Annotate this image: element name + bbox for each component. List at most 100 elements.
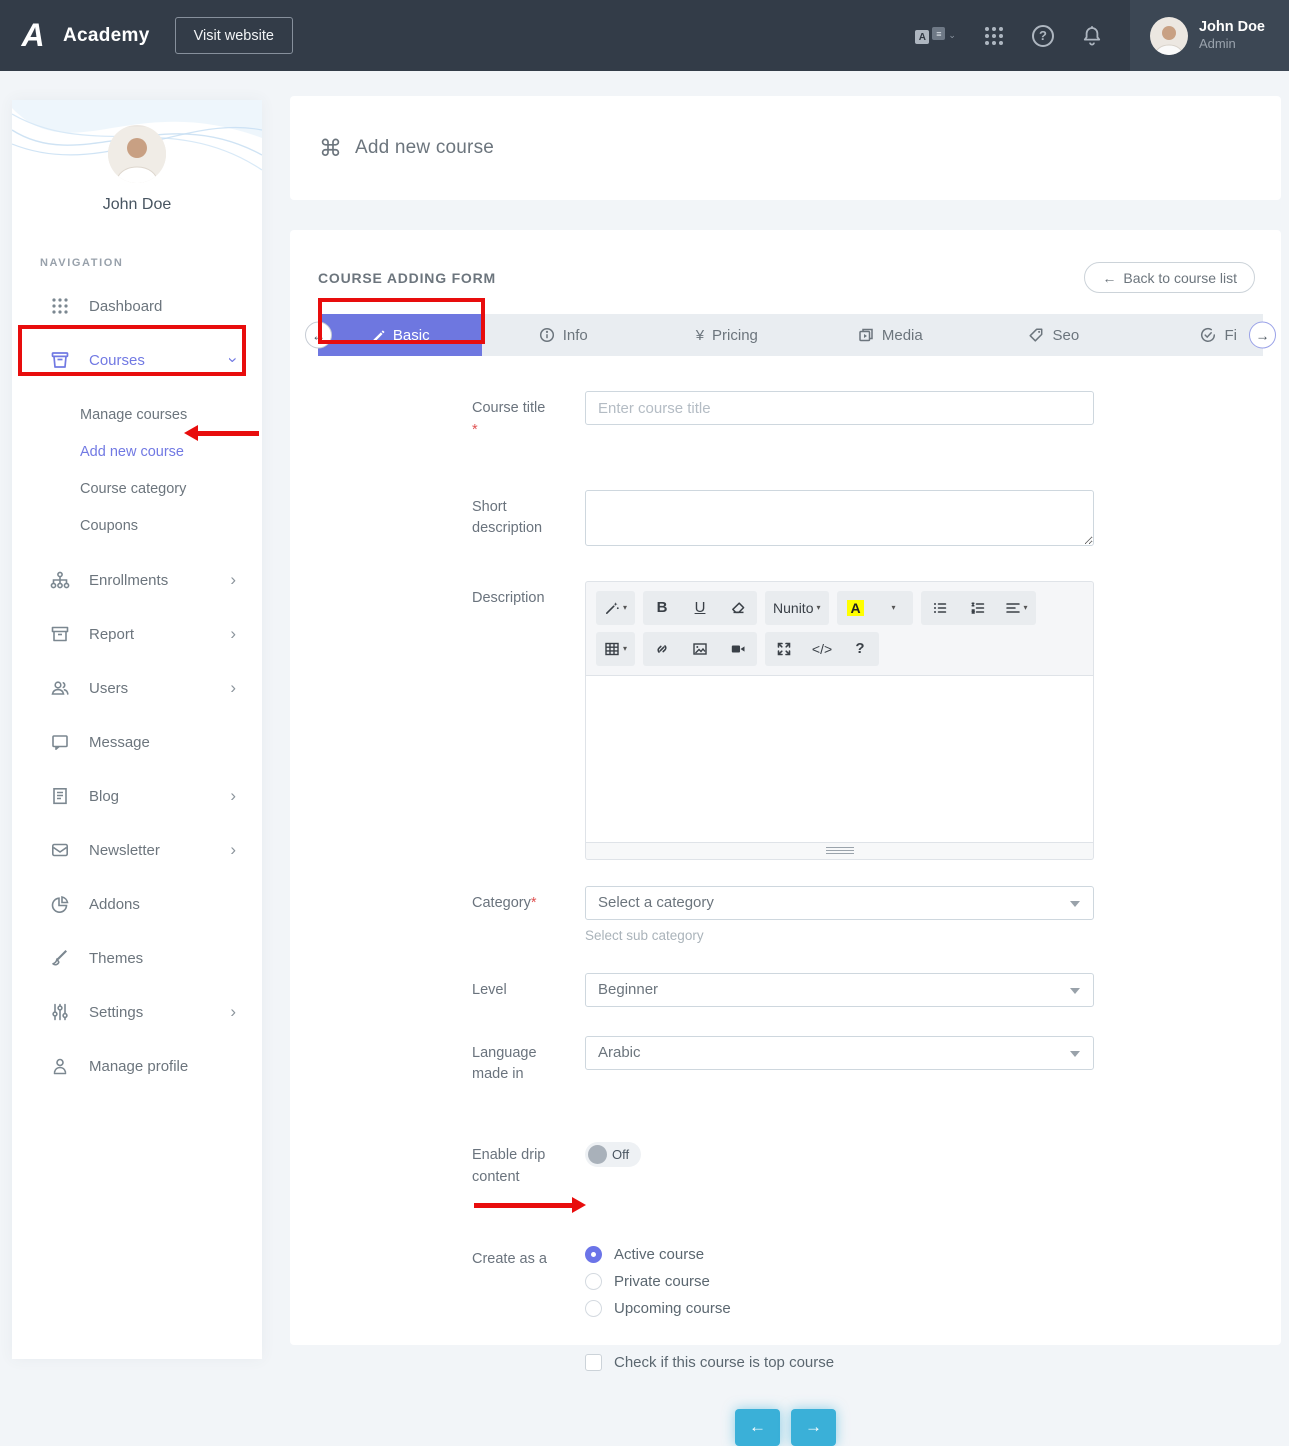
ordered-list-button[interactable] [959,591,997,625]
wizard-previous-button[interactable]: ← [735,1409,780,1446]
help-icon[interactable]: ? [1032,25,1054,47]
blog-document-icon [50,786,70,806]
editor-resize-bar[interactable] [585,843,1094,860]
table-button[interactable]: ▾ [596,632,635,666]
sidebar-item-addons[interactable]: Addons [12,877,262,931]
submenu-coupons[interactable]: Coupons [12,507,262,544]
unordered-list-button[interactable] [921,591,959,625]
insert-video-button[interactable] [719,632,757,666]
description-label: Description [472,581,585,860]
sidebar-item-message[interactable]: Message [12,715,262,769]
sidebar-item-newsletter[interactable]: Newsletter › [12,823,262,877]
sidebar-item-enrollments[interactable]: Enrollments › [12,553,262,607]
tab-seo[interactable]: Seo [972,314,1136,356]
back-arrow-icon: ← [1102,270,1116,286]
level-label: Level [472,973,585,1007]
wizard-next-button[interactable]: → [791,1409,836,1446]
sidebar-item-settings[interactable]: Settings › [12,985,262,1039]
course-title-input[interactable] [585,391,1094,425]
drip-content-toggle[interactable]: Off [585,1142,641,1167]
sidebar-item-report[interactable]: Report › [12,607,262,661]
category-select[interactable]: Select a category [585,886,1094,920]
radio-private-course[interactable]: Private course [585,1273,1094,1290]
user-menu[interactable]: John Doe Admin [1130,0,1289,71]
sidebar-item-dashboard[interactable]: Dashboard [12,279,262,333]
manage-profile-person-icon [50,1056,70,1076]
left-arrow-icon: ← [312,327,326,343]
user-avatar [1150,17,1188,55]
courses-basket-icon [50,350,70,370]
tab-pricing[interactable]: ¥ Pricing [645,314,809,356]
sidebar-item-label: Manage profile [89,1058,188,1075]
enrollments-sitemap-icon [50,570,70,590]
submenu-course-category[interactable]: Course category [12,470,262,507]
short-description-textarea[interactable] [585,490,1094,546]
apps-grid-icon[interactable] [983,25,1005,47]
tab-info[interactable]: Info [482,314,646,356]
chevron-right-icon: › [230,624,236,644]
tab-finish[interactable]: Fi [1136,314,1263,356]
radio-upcoming-course[interactable]: Upcoming course [585,1300,1094,1317]
clear-format-eraser-button[interactable] [719,591,757,625]
insert-image-button[interactable] [681,632,719,666]
radio-button [585,1300,602,1317]
tab-basic[interactable]: Basic [318,314,482,356]
fullscreen-icon [776,641,792,657]
card-title: COURSE ADDING FORM [318,270,496,286]
sidebar-item-label: Addons [89,896,140,913]
sidebar-item-courses[interactable]: Courses › [12,333,262,387]
sidebar-item-users[interactable]: Users › [12,661,262,715]
sidebar-item-label: Settings [89,1004,143,1021]
underline-button[interactable]: U [681,591,719,625]
sidebar-item-blog[interactable]: Blog › [12,769,262,823]
tabs-scroll-left-button[interactable]: ← [305,322,332,349]
top-course-checkbox-row[interactable]: Check if this course is top course [585,1354,1094,1371]
visit-website-button[interactable]: Visit website [175,17,293,54]
editor-help-button[interactable]: ? [841,632,879,666]
magic-style-button[interactable]: ▾ [596,591,635,625]
align-left-icon [1005,600,1021,616]
settings-sliders-icon [50,1002,70,1022]
link-icon [654,641,670,657]
fullscreen-button[interactable] [765,632,803,666]
insert-link-button[interactable] [643,632,681,666]
font-color-caret-button[interactable]: ▾ [875,591,913,625]
sidebar-item-themes[interactable]: Themes [12,931,262,985]
video-icon [730,641,746,657]
tab-media[interactable]: Media [809,314,973,356]
tabs-scroll-right-button[interactable]: → [1249,322,1276,349]
bullet-list-icon [932,600,948,616]
code-view-button[interactable]: </> [803,632,841,666]
notifications-bell-icon[interactable] [1081,24,1103,47]
editor-content-area[interactable] [585,675,1094,843]
paragraph-align-button[interactable]: ▾ [997,591,1036,625]
top-navbar: A Academy Visit website A≡⌄ ? [0,0,1289,71]
font-family-selector[interactable]: Nunito▾ [765,591,828,625]
eraser-icon [730,600,746,616]
submenu-manage-courses[interactable]: Manage courses [12,396,262,433]
create-as-label: Create as a [472,1242,585,1327]
sidebar-item-label: Blog [89,788,119,805]
drag-handle-icon [826,847,854,854]
required-asterisk: * [472,420,575,442]
sidebar-item-label: Users [89,680,128,697]
page-title: Add new course [355,137,494,159]
yen-icon: ¥ [696,327,704,344]
chevron-right-icon: › [230,678,236,698]
radio-button [585,1273,602,1290]
pencil-icon [370,328,385,343]
sidebar-item-label: Enrollments [89,572,168,589]
sidebar-item-manage-profile[interactable]: Manage profile [12,1039,262,1093]
table-grid-icon [604,641,620,657]
level-select[interactable]: Beginner [585,973,1094,1007]
radio-active-course[interactable]: Active course [585,1246,1094,1263]
translate-icon[interactable]: A≡⌄ [915,27,956,44]
top-course-checkbox[interactable] [585,1354,602,1371]
submenu-add-new-course[interactable]: Add new course [12,433,262,470]
rich-text-editor: ▾ B U [585,581,1094,860]
font-color-button[interactable]: A [837,591,875,625]
language-select[interactable]: Arabic [585,1036,1094,1070]
info-icon [539,327,555,343]
back-to-course-list-button[interactable]: ← Back to course list [1084,262,1255,293]
bold-button[interactable]: B [643,591,681,625]
